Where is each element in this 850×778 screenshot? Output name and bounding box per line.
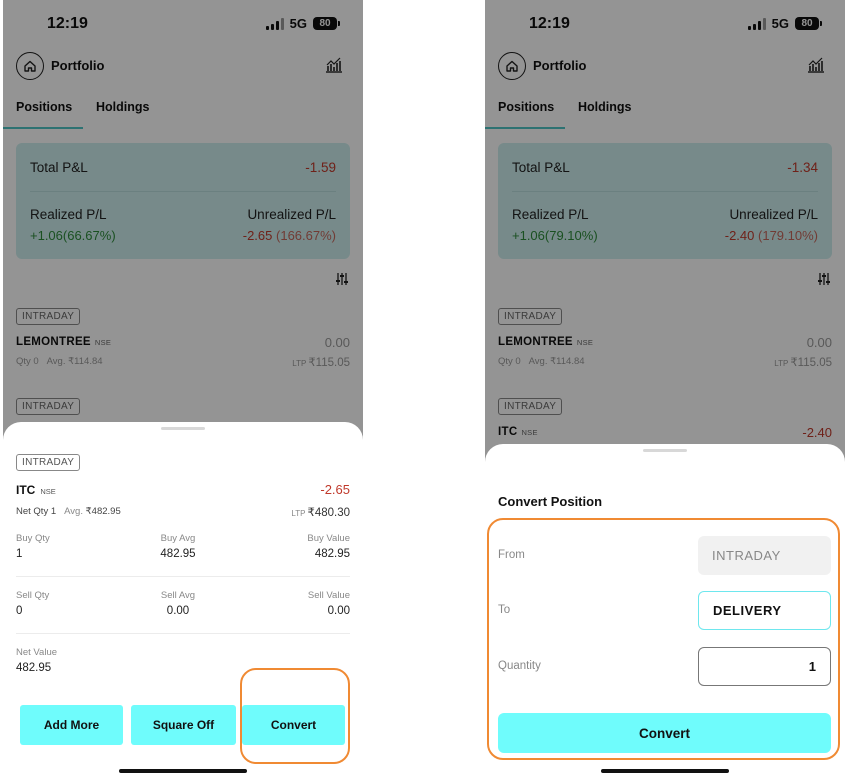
- buy-value-label: Buy Value: [307, 533, 350, 544]
- detail-divider: [16, 576, 350, 577]
- from-label: From: [498, 549, 525, 561]
- quantity-label: Quantity: [498, 660, 541, 672]
- buy-value-value: 482.95: [314, 548, 350, 560]
- convert-highlight-outline: [240, 668, 350, 764]
- sell-value-label: Sell Value: [307, 590, 350, 601]
- convert-submit-button[interactable]: Convert: [498, 713, 831, 753]
- sheet-drag-handle[interactable]: [161, 427, 205, 430]
- detail-net-qty-avg: Net Qty 1 Avg. ₹482.95: [16, 506, 121, 517]
- detail-ltp: LTP ₹480.30: [291, 507, 350, 519]
- sell-qty-value: 0: [16, 605, 23, 617]
- from-product-field: INTRADAY: [698, 536, 831, 575]
- sheet-drag-handle[interactable]: [643, 449, 687, 452]
- position-details-sheet: INTRADAY ITC NSE -2.65 Net Qty 1 Avg. ₹482…: [3, 422, 363, 778]
- square-off-button[interactable]: Square Off: [131, 705, 236, 745]
- quantity-input[interactable]: 1: [698, 647, 831, 686]
- net-value-value: 482.95: [16, 662, 52, 674]
- to-label: To: [498, 604, 511, 616]
- sell-qty-label: Sell Qty: [16, 590, 50, 601]
- detail-symbol-text: ITC: [16, 483, 36, 497]
- phone-screen-right: 12:19 5G 80 Portfolio Positions Holdings: [485, 0, 845, 778]
- detail-symbol: ITC NSE: [16, 483, 56, 497]
- buy-avg-label: Buy Avg: [160, 533, 196, 544]
- detail-product-tag: INTRADAY: [16, 454, 81, 471]
- detail-exchange: NSE: [40, 487, 56, 496]
- to-product-select[interactable]: DELIVERY: [698, 591, 831, 630]
- detail-divider: [16, 633, 350, 634]
- detail-pl: -2.65: [320, 482, 350, 497]
- buy-avg-value: 482.95: [160, 548, 196, 560]
- add-more-button[interactable]: Add More: [20, 705, 123, 745]
- convert-sheet-title: Convert Position: [498, 494, 603, 509]
- sell-avg-label: Sell Avg: [160, 590, 196, 601]
- convert-position-sheet: Convert Position From INTRADAY To DELIVE…: [485, 444, 845, 778]
- buy-qty-label: Buy Qty: [16, 533, 50, 544]
- sell-avg-value: 0.00: [166, 605, 190, 617]
- home-indicator: [601, 769, 729, 773]
- phone-screen-left: 12:19 5G 80 Portfolio Positions Holdings: [3, 0, 363, 778]
- sell-value-value: 0.00: [327, 605, 350, 617]
- buy-qty-value: 1: [16, 548, 23, 560]
- home-indicator: [119, 769, 247, 773]
- net-value-label: Net Value: [16, 647, 58, 658]
